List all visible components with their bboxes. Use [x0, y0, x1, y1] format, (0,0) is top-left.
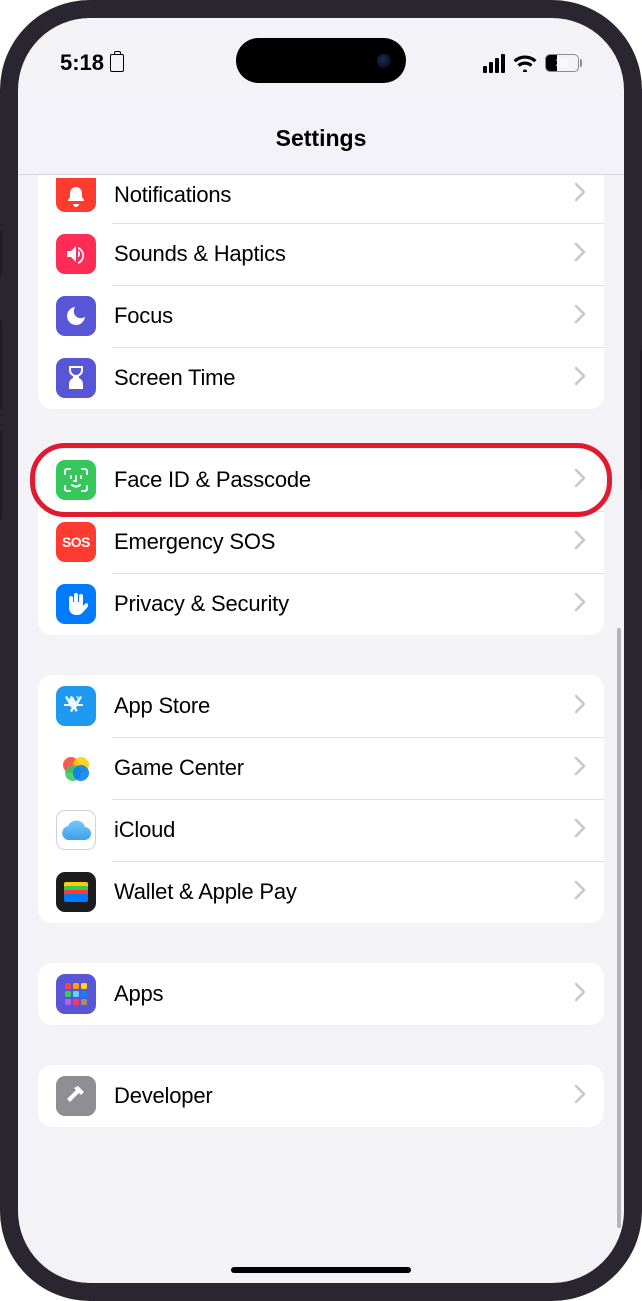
volume-down-button [0, 430, 2, 520]
status-time: 5:18 [60, 50, 104, 76]
settings-row-privacy-security[interactable]: Privacy & Security [38, 573, 604, 635]
cellular-signal-icon [483, 54, 505, 73]
icloud-icon [56, 810, 96, 850]
row-label: Emergency SOS [114, 529, 574, 555]
chevron-right-icon [574, 182, 586, 207]
chevron-right-icon [574, 880, 586, 905]
row-label: Game Center [114, 755, 574, 781]
settings-group: Face ID & Passcode SOS Emergency SOS Privac… [38, 449, 604, 635]
chevron-right-icon [574, 304, 586, 329]
settings-group: Notifications Sounds & Haptics Focus Screen… [38, 175, 604, 409]
settings-group: App Store Game Center iCloud Wallet & Apple… [38, 675, 604, 923]
chevron-right-icon [574, 818, 586, 843]
row-label: Sounds & Haptics [114, 241, 574, 267]
settings-row-sounds-haptics[interactable]: Sounds & Haptics [38, 223, 604, 285]
row-label: Focus [114, 303, 574, 329]
page-title: Settings [276, 125, 367, 152]
screen: 5:18 35 Settings Notifications Sounds & H… [18, 18, 624, 1283]
nav-header: Settings [18, 103, 624, 175]
sos-icon: SOS [56, 522, 96, 562]
volume-up-button [0, 320, 2, 410]
appstore-icon [56, 686, 96, 726]
status-right: 35 [483, 54, 582, 73]
chevron-right-icon [574, 982, 586, 1007]
row-label: iCloud [114, 817, 574, 843]
hammer-icon [56, 1076, 96, 1116]
chevron-right-icon [574, 694, 586, 719]
settings-row-developer[interactable]: Developer [38, 1065, 604, 1127]
settings-group: Apps [38, 963, 604, 1025]
faceid-icon [56, 460, 96, 500]
settings-row-face-id-passcode[interactable]: Face ID & Passcode [38, 449, 604, 511]
battery-icon: 35 [545, 54, 582, 72]
chevron-right-icon [574, 1084, 586, 1109]
chevron-right-icon [574, 242, 586, 267]
status-left: 5:18 [60, 50, 124, 76]
chevron-right-icon [574, 592, 586, 617]
silent-switch [0, 230, 2, 275]
hourglass-icon [56, 358, 96, 398]
hand-icon [56, 584, 96, 624]
settings-row-game-center[interactable]: Game Center [38, 737, 604, 799]
sim-icon [110, 54, 124, 72]
dynamic-island [236, 38, 406, 83]
front-camera [377, 54, 391, 68]
gamecenter-icon [56, 748, 96, 788]
settings-row-apps[interactable]: Apps [38, 963, 604, 1025]
home-indicator[interactable] [231, 1267, 411, 1273]
row-label: Face ID & Passcode [114, 467, 574, 493]
bell-icon [56, 178, 96, 212]
settings-row-app-store[interactable]: App Store [38, 675, 604, 737]
wifi-icon [513, 54, 537, 72]
speaker-icon [56, 234, 96, 274]
settings-row-wallet-apple-pay[interactable]: Wallet & Apple Pay [38, 861, 604, 923]
settings-row-emergency-sos[interactable]: SOS Emergency SOS [38, 511, 604, 573]
row-label: Notifications [114, 182, 574, 208]
row-label: Privacy & Security [114, 591, 574, 617]
settings-row-screen-time[interactable]: Screen Time [38, 347, 604, 409]
chevron-right-icon [574, 366, 586, 391]
chevron-right-icon [574, 530, 586, 555]
settings-row-notifications[interactable]: Notifications [38, 175, 604, 223]
row-label: Apps [114, 981, 574, 1007]
scroll-indicator[interactable] [617, 628, 621, 1228]
settings-row-icloud[interactable]: iCloud [38, 799, 604, 861]
settings-row-focus[interactable]: Focus [38, 285, 604, 347]
apps-icon [56, 974, 96, 1014]
row-label: App Store [114, 693, 574, 719]
moon-icon [56, 296, 96, 336]
settings-list[interactable]: Notifications Sounds & Haptics Focus Screen… [18, 175, 624, 1283]
chevron-right-icon [574, 468, 586, 493]
settings-group: Developer [38, 1065, 604, 1127]
chevron-right-icon [574, 756, 586, 781]
row-label: Screen Time [114, 365, 574, 391]
device-frame: 5:18 35 Settings Notifications Sounds & H… [0, 0, 642, 1301]
row-label: Wallet & Apple Pay [114, 879, 574, 905]
row-label: Developer [114, 1083, 574, 1109]
wallet-icon [56, 872, 96, 912]
battery-percent: 35 [545, 56, 580, 70]
